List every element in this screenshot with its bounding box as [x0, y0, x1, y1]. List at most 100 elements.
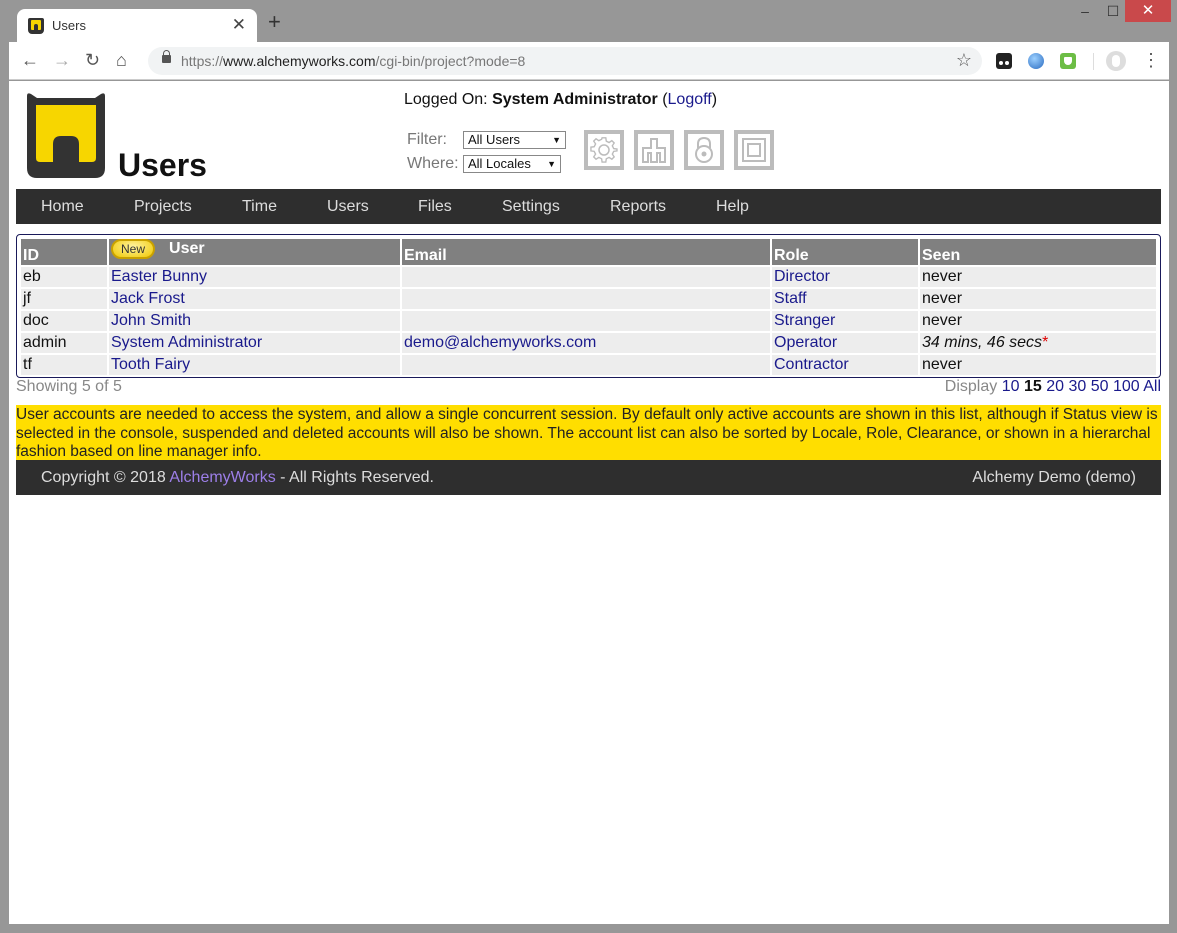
user-link[interactable]: Tooth Fairy — [111, 356, 190, 373]
cell-user: Easter Bunny — [109, 267, 400, 287]
reload-icon[interactable]: ↻ — [85, 50, 100, 70]
new-user-button[interactable]: New — [111, 239, 156, 259]
active-session-marker: * — [1042, 334, 1049, 351]
table-row: doc John Smith Stranger never — [21, 311, 1156, 331]
email-link[interactable]: demo@alchemyworks.com — [404, 334, 596, 351]
menu-item-files[interactable]: Files — [418, 198, 452, 216]
column-header-user-label: User — [169, 240, 205, 258]
user-link[interactable]: John Smith — [111, 312, 191, 329]
role-link[interactable]: Director — [774, 268, 830, 285]
menu-item-time[interactable]: Time — [242, 198, 277, 216]
url-path: /cgi-bin/project?mode=8 — [375, 53, 526, 69]
page-size-50[interactable]: 50 — [1091, 378, 1109, 395]
menu-item-home[interactable]: Home — [41, 198, 84, 216]
browser-titlebar: Users ✕ + – ☐ ✕ — [0, 0, 1177, 43]
cell-seen: never — [920, 289, 1156, 309]
cell-email — [402, 289, 770, 309]
url-host: www.alchemyworks.com — [223, 53, 376, 69]
seen-duration: 34 mins, 46 secs — [922, 334, 1043, 351]
page-size-30[interactable]: 30 — [1068, 378, 1086, 395]
profile-avatar-icon[interactable] — [1106, 51, 1126, 71]
logoff-link[interactable]: Logoff — [668, 91, 712, 108]
padlock-icon — [695, 136, 713, 163]
role-link[interactable]: Operator — [774, 334, 837, 351]
filter-label: Filter: — [407, 131, 447, 148]
table-header-row: ID New User Email Role Seen — [21, 239, 1156, 265]
user-link[interactable]: Easter Bunny — [111, 268, 207, 285]
column-header-seen[interactable]: Seen — [920, 239, 1156, 265]
column-header-email[interactable]: Email — [402, 239, 770, 265]
where-select-value: All Locales — [468, 156, 531, 171]
hierarchy-tool-button[interactable] — [634, 130, 674, 170]
alchemyworks-logo — [27, 93, 105, 178]
page-size-100[interactable]: 100 — [1113, 378, 1140, 395]
logged-on-user: System Administrator — [492, 91, 658, 108]
user-link[interactable]: System Administrator — [111, 334, 262, 351]
back-arrow-icon[interactable]: ← — [21, 50, 39, 70]
cell-email — [402, 311, 770, 331]
minimize-button[interactable]: – — [1070, 0, 1100, 22]
browser-tab[interactable]: Users ✕ — [17, 9, 257, 43]
filter-select-value: All Users — [468, 132, 521, 147]
cell-role: Contractor — [772, 355, 918, 375]
page-size-20[interactable]: 20 — [1046, 378, 1064, 395]
display-label: Display — [944, 378, 998, 395]
alchemy-favicon-icon — [28, 18, 44, 34]
security-tool-button[interactable] — [684, 130, 724, 170]
table-row: admin System Administrator demo@alchemyw… — [21, 333, 1156, 353]
extension-icon-1[interactable] — [996, 53, 1012, 69]
column-header-id[interactable]: ID — [21, 239, 107, 265]
column-header-role[interactable]: Role — [772, 239, 918, 265]
extension-globe-icon[interactable] — [1028, 53, 1044, 69]
window-close-button[interactable]: ✕ — [1125, 0, 1171, 22]
page-size-all[interactable]: All — [1143, 378, 1161, 395]
cell-email: demo@alchemyworks.com — [402, 333, 770, 353]
copyright-text: Copyright © 2018 AlchemyWorks - All Righ… — [41, 469, 434, 487]
page-size-10[interactable]: 10 — [1002, 378, 1020, 395]
company-link[interactable]: AlchemyWorks — [169, 469, 275, 486]
where-label: Where: — [407, 155, 459, 172]
cell-seen: never — [920, 355, 1156, 375]
home-icon[interactable]: ⌂ — [116, 50, 127, 70]
cell-user: Tooth Fairy — [109, 355, 400, 375]
bookmark-star-icon[interactable]: ☆ — [956, 50, 972, 71]
cell-seen: never — [920, 311, 1156, 331]
settings-tool-button[interactable] — [584, 130, 624, 170]
gear-icon — [590, 137, 618, 163]
cell-id: tf — [21, 355, 107, 375]
forward-arrow-icon[interactable]: → — [53, 50, 71, 70]
showing-count: Showing 5 of 5 — [16, 378, 122, 395]
new-tab-button[interactable]: + — [268, 11, 281, 33]
address-bar[interactable]: https://www.alchemyworks.com/cgi-bin/pro… — [148, 47, 982, 75]
cell-id: eb — [21, 267, 107, 287]
menu-item-reports[interactable]: Reports — [610, 198, 666, 216]
role-link[interactable]: Stranger — [774, 312, 835, 329]
org-chart-icon — [642, 138, 666, 163]
cell-email — [402, 267, 770, 287]
page-size-selector: Display 10 15 20 30 50 100 All — [945, 378, 1161, 396]
menu-item-projects[interactable]: Projects — [134, 198, 192, 216]
cell-role: Director — [772, 267, 918, 287]
table-row: eb Easter Bunny Director never — [21, 267, 1156, 287]
menu-item-help[interactable]: Help — [716, 198, 749, 216]
cell-seen: never — [920, 267, 1156, 287]
maximize-button[interactable]: ☐ — [1098, 0, 1128, 22]
cell-seen: 34 mins, 46 secs* — [920, 333, 1156, 353]
role-link[interactable]: Contractor — [774, 356, 849, 373]
copyright-suffix: - All Rights Reserved. — [280, 469, 434, 486]
browser-toolbar: ← → ↻ ⌂ https://www.alchemyworks.com/cgi… — [9, 42, 1169, 80]
menu-item-settings[interactable]: Settings — [502, 198, 560, 216]
frame-tool-button[interactable] — [734, 130, 774, 170]
browser-menu-icon[interactable]: ⋮ — [1142, 50, 1160, 70]
where-select[interactable]: All Locales ▼ — [463, 155, 561, 173]
user-link[interactable]: Jack Frost — [111, 290, 185, 307]
menu-item-users[interactable]: Users — [327, 198, 369, 216]
filter-select[interactable]: All Users ▼ — [463, 131, 566, 149]
dropdown-arrow-icon: ▼ — [552, 135, 561, 145]
role-link[interactable]: Staff — [774, 290, 807, 307]
tab-close-icon[interactable]: ✕ — [232, 15, 246, 35]
column-header-user[interactable]: New User — [109, 239, 400, 265]
cell-id: jf — [21, 289, 107, 309]
url-text[interactable]: https://www.alchemyworks.com/cgi-bin/pro… — [181, 53, 525, 69]
extension-shield-icon[interactable] — [1060, 53, 1076, 69]
